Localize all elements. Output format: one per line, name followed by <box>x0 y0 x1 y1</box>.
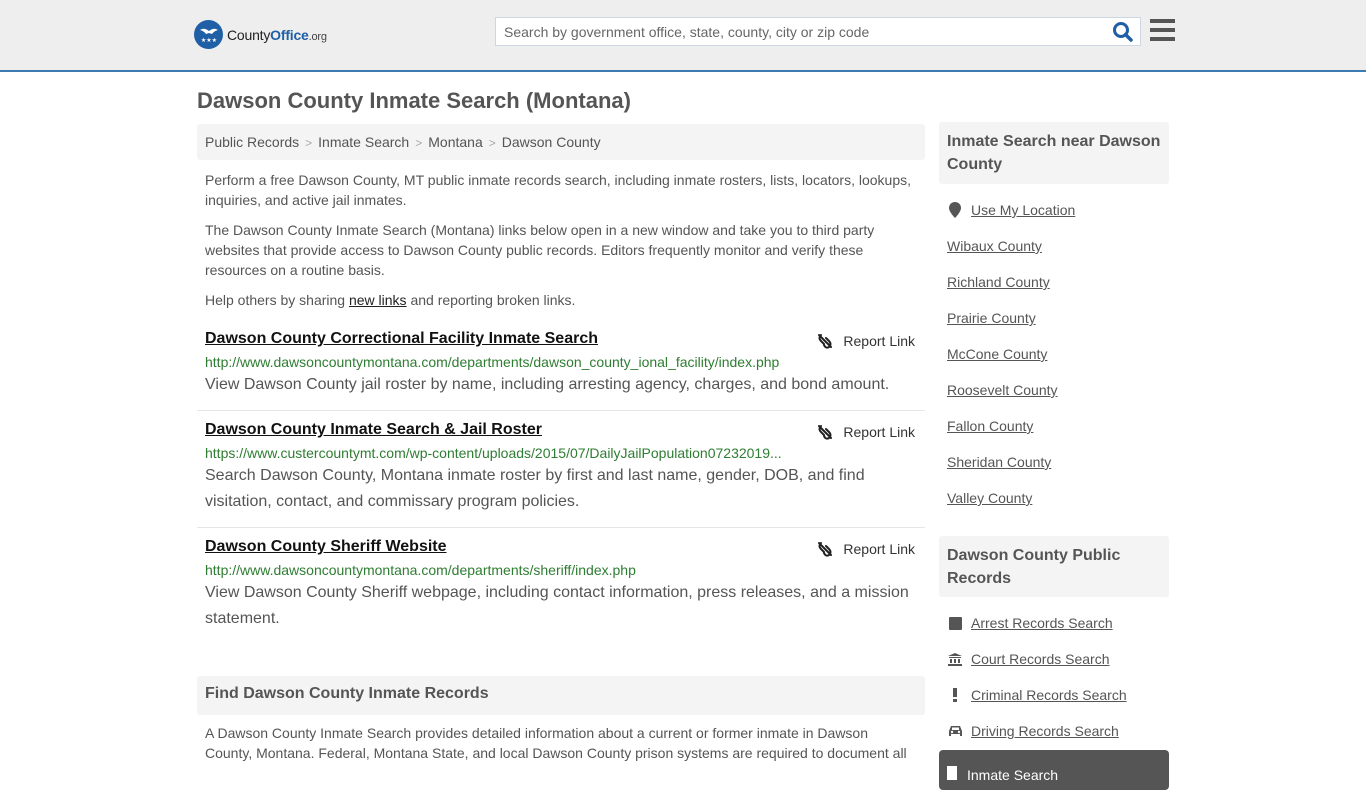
nearby-county-link[interactable]: McCone County <box>947 346 1047 362</box>
report-link-label: Report Link <box>843 424 915 440</box>
breadcrumb-separator: > <box>305 136 313 150</box>
find-records-heading: Find Dawson County Inmate Records <box>197 676 925 715</box>
result-title-link[interactable]: Dawson County Correctional Facility Inma… <box>205 330 598 348</box>
result-description: View Dawson County jail roster by name, … <box>205 376 890 393</box>
intro-paragraph-1: Perform a free Dawson County, MT public … <box>205 172 911 208</box>
arrest-records-link[interactable]: Arrest Records Search <box>947 615 1113 631</box>
nearby-heading: Inmate Search near Dawson County <box>939 122 1169 184</box>
result-title-link[interactable]: Dawson County Inmate Search & Jail Roste… <box>205 421 542 439</box>
court-records-link[interactable]: Court Records Search <box>947 651 1110 667</box>
search-input[interactable] <box>496 18 1096 45</box>
result-url: http://www.dawsoncountymontana.com/depar… <box>205 354 780 370</box>
breadcrumb-dawson-county[interactable]: Dawson County <box>502 134 601 150</box>
top-bar: ★★★ CountyOffice.org <box>0 0 1366 72</box>
map-pin-icon <box>947 202 963 218</box>
inmate-search-label: Inmate Search <box>967 767 1059 783</box>
intro-paragraph-3: Help others by sharing new links and rep… <box>205 290 917 310</box>
square-icon <box>947 615 963 631</box>
breadcrumb: Public Records > Inmate Search > Montana > Daw… <box>197 124 925 160</box>
search-button[interactable] <box>1112 21 1134 43</box>
arrest-records-label: Arrest Records Search <box>971 615 1113 631</box>
broken-link-icon <box>818 334 833 349</box>
report-link-button[interactable]: Report Link <box>817 541 915 557</box>
find-records-text: A Dawson County Inmate Search provides d… <box>205 725 907 761</box>
driving-records-label: Driving Records Search <box>971 723 1119 739</box>
breadcrumb-inmate-search[interactable]: Inmate Search <box>318 134 409 150</box>
breadcrumb-separator: > <box>415 136 423 150</box>
intro-paragraph-2: The Dawson County Inmate Search (Montana… <box>205 222 875 278</box>
eagle-logo-icon: ★★★ <box>194 20 223 49</box>
intro-text: Help others by sharing <box>205 292 349 308</box>
criminal-records-link[interactable]: Criminal Records Search <box>947 687 1127 703</box>
new-links-link[interactable]: new links <box>349 292 407 308</box>
search-icon <box>1113 22 1133 42</box>
nearby-county-link[interactable]: Richland County <box>947 274 1050 290</box>
broken-link-icon <box>818 425 833 440</box>
use-my-location-label: Use My Location <box>971 202 1076 218</box>
use-my-location-link[interactable]: Use My Location <box>947 202 1075 218</box>
logo[interactable]: ★★★ CountyOffice.org <box>194 20 327 49</box>
nearby-county-link[interactable]: Fallon County <box>947 418 1033 434</box>
driving-records-link[interactable]: Driving Records Search <box>947 723 1119 739</box>
report-link-button[interactable]: Report Link <box>817 333 915 349</box>
result-description: Search Dawson County, Montana inmate ros… <box>205 467 865 510</box>
nearby-county-link[interactable]: Roosevelt County <box>947 382 1058 398</box>
result-item: Dawson County Correctional Facility Inma… <box>197 330 925 411</box>
page-title: Dawson County Inmate Search (Montana) <box>197 88 631 113</box>
svg-text:★★★: ★★★ <box>200 37 216 44</box>
courthouse-icon <box>947 651 963 667</box>
breadcrumb-montana[interactable]: Montana <box>428 134 482 150</box>
logo-text: CountyOffice.org <box>227 26 327 43</box>
inmate-search-active-item[interactable]: Inmate Search <box>939 750 1169 790</box>
nearby-county-link[interactable]: Sheridan County <box>947 454 1051 470</box>
result-item: Dawson County Inmate Search & Jail Roste… <box>197 421 925 528</box>
report-link-label: Report Link <box>843 333 915 349</box>
breadcrumb-separator: > <box>488 136 496 150</box>
nearby-county-link[interactable]: Valley County <box>947 490 1032 506</box>
criminal-records-label: Criminal Records Search <box>971 687 1127 703</box>
search-box <box>495 17 1141 46</box>
breadcrumb-public-records[interactable]: Public Records <box>205 134 299 150</box>
car-icon <box>947 723 963 739</box>
result-description: View Dawson County Sheriff webpage, incl… <box>205 584 909 627</box>
intro-text: and reporting broken links. <box>406 292 576 308</box>
public-records-heading: Dawson County Public Records <box>939 536 1169 597</box>
exclamation-icon <box>947 687 963 703</box>
court-records-label: Court Records Search <box>971 651 1110 667</box>
door-icon <box>947 766 957 780</box>
result-url: http://www.dawsoncountymontana.com/depar… <box>205 562 636 578</box>
result-item: Dawson County Sheriff Website Report Lin… <box>197 538 925 638</box>
broken-link-icon <box>818 542 833 557</box>
report-link-button[interactable]: Report Link <box>817 424 915 440</box>
nearby-county-link[interactable]: Wibaux County <box>947 238 1042 254</box>
nearby-county-link[interactable]: Prairie County <box>947 310 1036 326</box>
report-link-label: Report Link <box>843 541 915 557</box>
result-title-link[interactable]: Dawson County Sheriff Website <box>205 538 447 556</box>
hamburger-menu-icon[interactable] <box>1150 19 1175 41</box>
result-url: https://www.custercountymt.com/wp-conten… <box>205 445 782 461</box>
